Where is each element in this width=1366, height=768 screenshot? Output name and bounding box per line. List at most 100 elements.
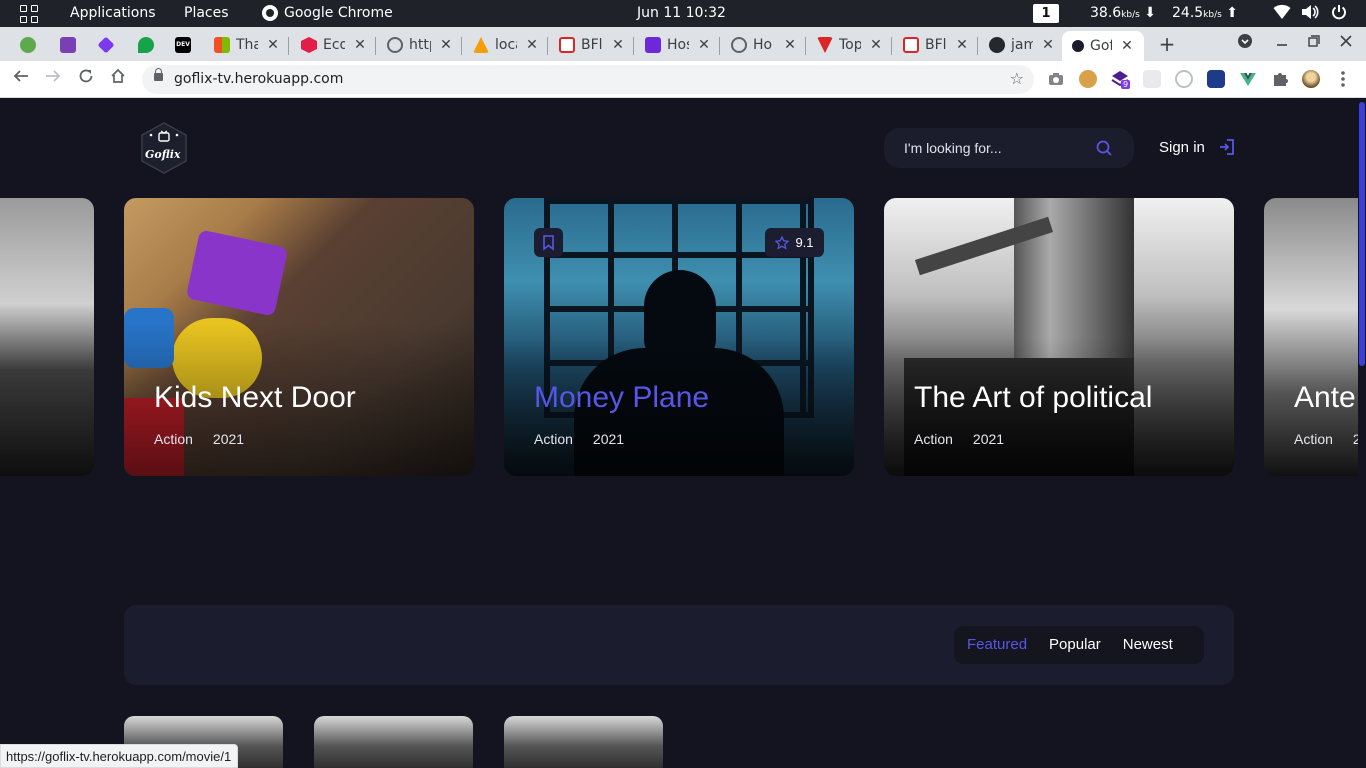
sign-in-icon — [1219, 139, 1234, 155]
v-icon — [817, 37, 833, 53]
workspace-indicator[interactable]: 1 — [1033, 4, 1059, 23]
link-status-bar: https://goflix-tv.herokuapp.com/movie/1 — [0, 744, 239, 768]
close-icon[interactable]: ✕ — [1041, 37, 1055, 53]
movie-title[interactable]: Money Plane — [534, 381, 709, 415]
tab-bird[interactable] — [138, 31, 160, 59]
dev-icon: DEV — [175, 37, 191, 53]
close-icon[interactable]: ✕ — [266, 37, 280, 53]
close-icon[interactable]: ✕ — [1120, 38, 1134, 54]
briefcase-extension-icon[interactable] — [1207, 70, 1225, 88]
tab-ok[interactable] — [20, 31, 42, 59]
movie-genre[interactable]: Action — [1294, 431, 1333, 447]
places-menu[interactable]: Places — [184, 5, 229, 21]
address-url[interactable]: goflix-tv.herokuapp.com — [174, 71, 343, 87]
scrollbar-thumb[interactable] — [1359, 102, 1365, 366]
tab-dev[interactable]: DEV — [175, 31, 197, 59]
bookmark-button[interactable] — [534, 228, 563, 257]
page-scrollbar[interactable] — [1358, 98, 1366, 768]
movie-card-kids-next-door[interactable]: Kids Next Door Action 2021 — [124, 198, 474, 476]
grid-extension-icon[interactable] — [1143, 70, 1161, 88]
tab-purple[interactable] — [60, 31, 82, 59]
app-grid-icon[interactable] — [20, 5, 38, 23]
close-icon[interactable]: ✕ — [783, 37, 797, 53]
tab-cube[interactable] — [97, 31, 120, 59]
goflix-logo[interactable]: Goflix — [138, 122, 190, 174]
tab-8[interactable]: loca ✕ — [473, 31, 539, 59]
vue-extension-icon[interactable] — [1239, 70, 1257, 88]
applications-menu[interactable]: Applications — [70, 5, 156, 21]
menu-kebab-icon[interactable] — [1336, 70, 1350, 88]
close-icon[interactable]: ✕ — [955, 37, 969, 53]
tab-13[interactable]: BFl ✕ — [903, 31, 969, 59]
profile-avatar[interactable] — [1302, 70, 1320, 88]
movie-card-money-plane[interactable]: 9.1 Money Plane Action 2021 — [504, 198, 854, 476]
tab-7[interactable]: http ✕ — [387, 31, 453, 59]
reload-icon[interactable] — [75, 68, 97, 90]
filter-featured[interactable]: Featured — [967, 626, 1027, 664]
tab-11[interactable]: Ho ✕ — [731, 31, 797, 59]
tab-label: loca — [495, 37, 517, 53]
movie-genre[interactable]: Action — [534, 431, 573, 447]
purple-square-icon — [60, 37, 76, 53]
search-input[interactable] — [884, 128, 1084, 168]
bf-icon — [903, 37, 919, 53]
movie-thumb-card[interactable] — [314, 716, 473, 768]
minimize-icon[interactable] — [1276, 33, 1288, 53]
tab-5[interactable]: Tha ✕ — [214, 31, 280, 59]
bookmark-icon — [543, 235, 554, 251]
back-arrow-icon[interactable] — [10, 68, 32, 90]
movie-thumb-card[interactable] — [504, 716, 663, 768]
tab-goflix-active[interactable]: Gof ✕ — [1062, 31, 1144, 61]
rating-badge: 9.1 — [765, 228, 824, 257]
tab-label: Tha — [236, 37, 258, 53]
movie-genre[interactable]: Action — [914, 431, 953, 447]
search-icon[interactable] — [1096, 140, 1112, 156]
lock-icon[interactable] — [154, 68, 163, 81]
tab-search-icon[interactable] — [1237, 33, 1253, 53]
tab-label: Ho — [753, 37, 773, 53]
close-icon[interactable]: ✕ — [697, 37, 711, 53]
new-tab-button[interactable]: + — [1157, 32, 1177, 56]
tab-14[interactable]: jam ✕ — [989, 31, 1055, 59]
movie-genre[interactable]: Action — [154, 431, 193, 447]
screenshot-extension-icon[interactable] — [1047, 70, 1065, 88]
wifi-icon[interactable] — [1273, 4, 1291, 22]
tab-10[interactable]: Hos ✕ — [645, 31, 711, 59]
filter-popular[interactable]: Popular — [1049, 626, 1101, 664]
movie-card-art-of-political[interactable]: The Art of political Action 2021 — [884, 198, 1234, 476]
close-icon[interactable]: ✕ — [525, 37, 539, 53]
clock[interactable]: Jun 11 10:32 — [637, 5, 726, 21]
forward-arrow-icon[interactable] — [42, 68, 64, 90]
stack-extension-icon[interactable]: 9 — [1111, 70, 1131, 89]
puzzle-extensions-icon[interactable] — [1271, 70, 1289, 88]
tab-12[interactable]: Top ✕ — [817, 31, 883, 59]
filter-newest[interactable]: Newest — [1123, 626, 1173, 664]
movie-title[interactable]: Kids Next Door — [154, 381, 356, 415]
close-icon[interactable]: ✕ — [611, 37, 625, 53]
movie-card-prev[interactable] — [0, 198, 94, 476]
movie-title[interactable]: The Art of political — [914, 381, 1152, 415]
active-app-menu[interactable]: Google Chrome — [262, 5, 393, 21]
restore-icon[interactable] — [1308, 33, 1320, 53]
address-bar[interactable]: goflix-tv.herokuapp.com ☆ — [142, 65, 1034, 94]
tab-6[interactable]: Eco ✕ — [301, 31, 367, 59]
movie-title[interactable]: Ante — [1294, 381, 1356, 415]
power-icon[interactable] — [1330, 4, 1348, 22]
close-icon[interactable]: ✕ — [353, 37, 367, 53]
window-close-icon[interactable] — [1340, 33, 1352, 53]
net-download: 38.6kb/s ⬇ — [1090, 5, 1156, 21]
movie-card-ante[interactable]: Ante Action 2 — [1264, 198, 1366, 476]
sign-in-button[interactable]: Sign in — [1159, 138, 1235, 156]
extension-badge: 9 — [1121, 80, 1131, 89]
close-icon[interactable]: ✕ — [439, 37, 453, 53]
cookie-extension-icon[interactable] — [1079, 70, 1097, 88]
timer-extension-icon[interactable] — [1175, 70, 1193, 88]
tab-9[interactable]: BFl ✕ — [559, 31, 625, 59]
bookmark-star-icon[interactable]: ☆ — [1010, 69, 1024, 88]
close-icon[interactable]: ✕ — [869, 37, 883, 53]
net-download-unit: kb/s — [1121, 10, 1140, 20]
tab-label: Top — [839, 37, 861, 53]
volume-icon[interactable] — [1301, 4, 1319, 22]
home-icon[interactable] — [107, 68, 129, 90]
tab-separator — [288, 37, 289, 55]
